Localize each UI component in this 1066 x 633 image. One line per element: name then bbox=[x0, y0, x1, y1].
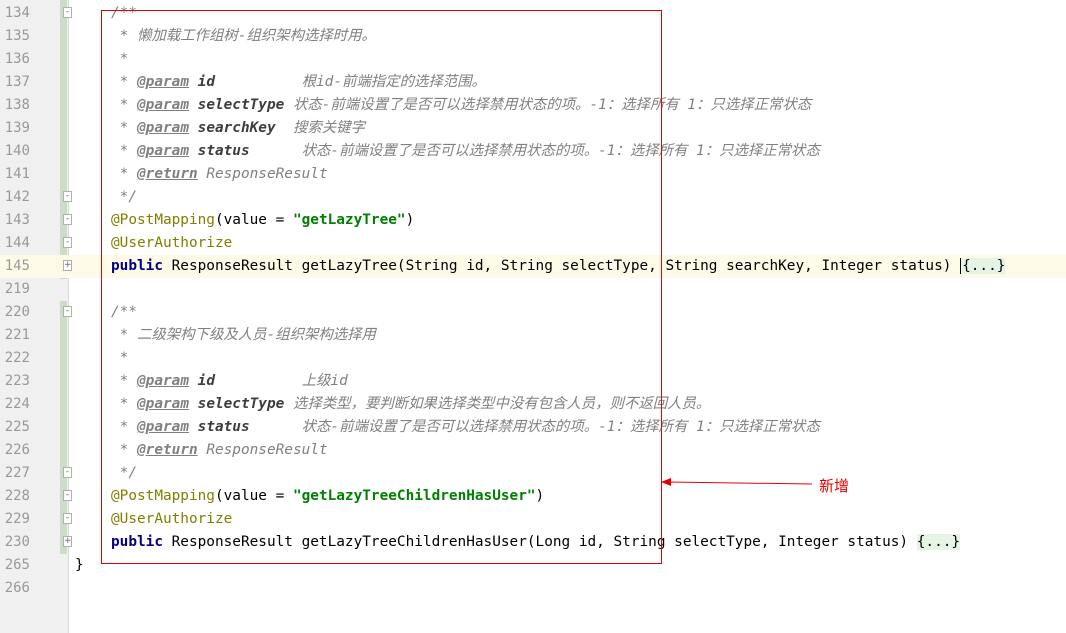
collapse-fold-icon[interactable]: - bbox=[63, 490, 72, 501]
collapse-fold-icon[interactable]: - bbox=[63, 237, 72, 248]
line-number: 228 bbox=[4, 488, 30, 504]
folded-code-block[interactable]: {...} bbox=[916, 534, 961, 550]
line-number: 143 bbox=[4, 212, 30, 228]
code-text: } bbox=[75, 554, 84, 577]
code-line[interactable]: 266 bbox=[0, 577, 1066, 600]
collapse-fold-icon[interactable]: - bbox=[63, 513, 72, 524]
line-number: 222 bbox=[4, 350, 30, 366]
expand-fold-icon[interactable]: + bbox=[63, 260, 72, 271]
line-number: 220 bbox=[4, 304, 30, 320]
line-number: 140 bbox=[4, 143, 30, 159]
line-number: 138 bbox=[4, 97, 30, 113]
collapse-fold-icon[interactable]: - bbox=[63, 7, 72, 18]
line-number: 134 bbox=[4, 5, 30, 21]
highlight-box bbox=[101, 10, 662, 564]
line-number: 229 bbox=[4, 511, 30, 527]
line-number: 136 bbox=[4, 51, 30, 67]
line-number: 266 bbox=[4, 580, 30, 596]
line-number: 226 bbox=[4, 442, 30, 458]
expand-fold-icon[interactable]: + bbox=[63, 536, 72, 547]
line-number: 227 bbox=[4, 465, 30, 481]
line-number: 225 bbox=[4, 419, 30, 435]
annotation-label: 新增 bbox=[819, 477, 850, 495]
line-number: 144 bbox=[4, 235, 30, 251]
collapse-fold-icon[interactable]: - bbox=[63, 467, 72, 478]
line-number: 221 bbox=[4, 327, 30, 343]
line-number: 135 bbox=[4, 28, 30, 44]
collapse-fold-icon[interactable]: - bbox=[63, 306, 72, 317]
line-number: 141 bbox=[4, 166, 30, 182]
line-number: 145 bbox=[4, 258, 30, 274]
collapse-fold-icon[interactable]: - bbox=[63, 191, 72, 202]
folded-code-block[interactable]: {...} bbox=[962, 258, 1006, 274]
line-number: 224 bbox=[4, 396, 30, 412]
line-number: 223 bbox=[4, 373, 30, 389]
line-number: 142 bbox=[4, 189, 30, 205]
line-number: 230 bbox=[4, 534, 30, 550]
arrow-icon bbox=[661, 478, 813, 486]
collapse-fold-icon[interactable]: - bbox=[63, 214, 72, 225]
line-number: 265 bbox=[4, 557, 30, 573]
line-number: 139 bbox=[4, 120, 30, 136]
line-number: 137 bbox=[4, 74, 30, 90]
line-number: 219 bbox=[4, 281, 30, 297]
code-token: } bbox=[75, 557, 84, 573]
text-caret bbox=[960, 258, 962, 274]
